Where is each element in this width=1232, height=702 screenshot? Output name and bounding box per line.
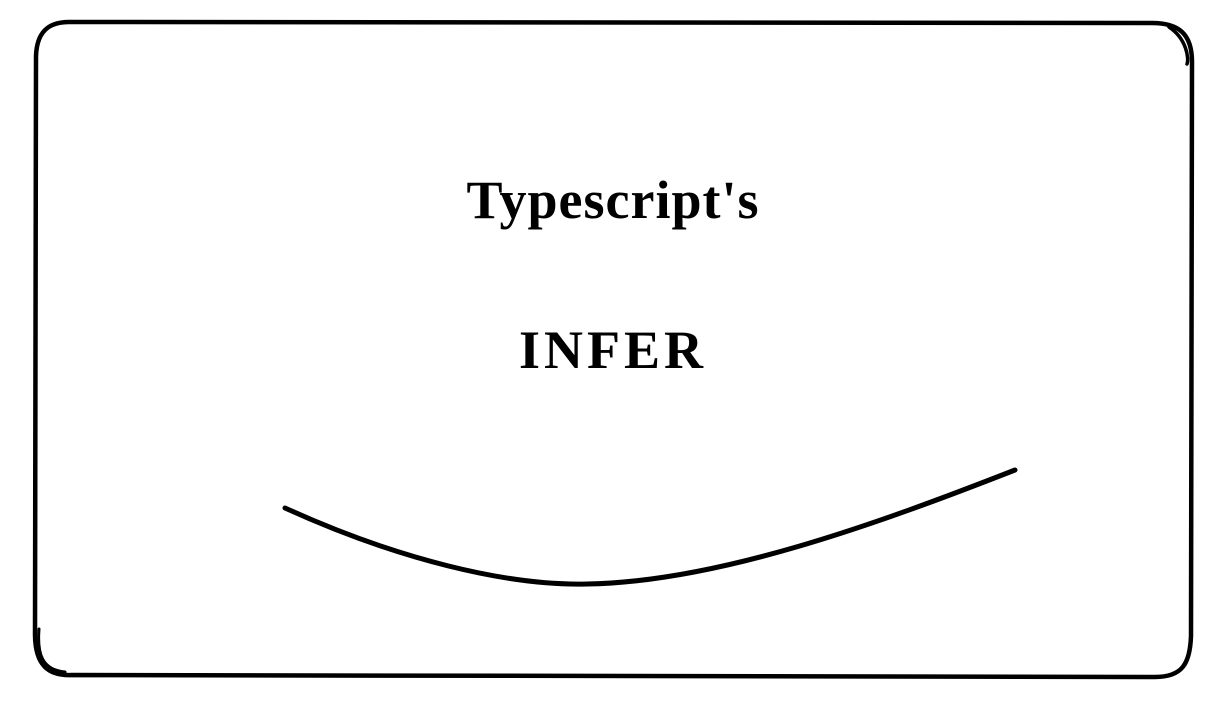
sketch-card: Typescript's INFER bbox=[27, 14, 1199, 684]
title-line-1: Typescript's bbox=[467, 169, 760, 231]
title-line-2: INFER bbox=[519, 319, 707, 381]
